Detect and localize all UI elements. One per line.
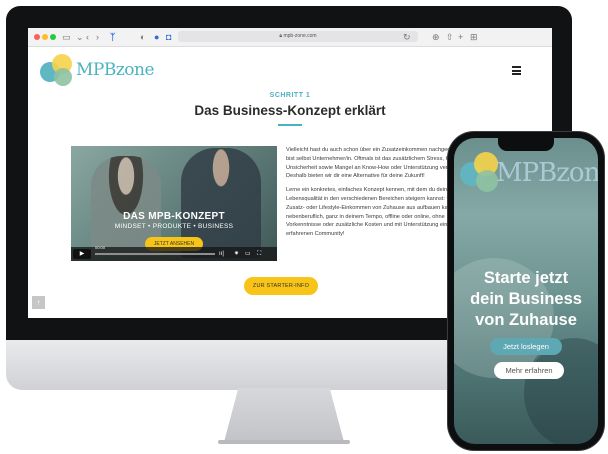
- forward-icon[interactable]: ›: [96, 31, 99, 43]
- info-icon[interactable]: ●: [154, 31, 159, 43]
- start-now-button[interactable]: Jetzt loslegen: [490, 338, 562, 355]
- minimize-window-button[interactable]: [42, 34, 48, 40]
- close-window-button[interactable]: [34, 34, 40, 40]
- reload-icon[interactable]: ↻: [403, 31, 411, 43]
- phone-headline-line-3: von Zuhause: [475, 311, 577, 329]
- video-progress[interactable]: [95, 253, 215, 255]
- video-subtitle: MINDSET • PRODUKTE • BUSINESS: [114, 223, 234, 230]
- share-icon[interactable]: ⇧: [446, 31, 454, 43]
- address-bar[interactable]: 🔒︎ mpb-zone.com: [178, 31, 418, 42]
- phone-headline-line-1: Starte jetzt: [483, 269, 569, 287]
- page-title: Das Business-Konzept erklärt: [194, 103, 386, 118]
- shield-icon[interactable]: ◐: [140, 31, 145, 43]
- video-title: DAS MPB-KONZEPT: [123, 211, 225, 222]
- scroll-to-top-icon[interactable]: ↑: [32, 296, 45, 309]
- gear-icon[interactable]: ✷: [234, 250, 239, 258]
- phone-headline: Starte jetzt dein Business von Zuhause: [454, 268, 598, 331]
- play-icon[interactable]: ▶: [73, 249, 91, 259]
- download-icon[interactable]: ⊕: [432, 31, 440, 43]
- phone-frame: MPBzone Starte jetzt dein Business von Z…: [448, 132, 604, 450]
- sidebar-icon[interactable]: ▭: [62, 31, 71, 43]
- chevron-down-icon[interactable]: ⌄: [76, 31, 84, 43]
- browser-toolbar: ▭ ⌄ ‹ › ᛉ ◐ ● ◘ 🔒︎ mpb-zone.com ↻ ⊕ ⇧ + …: [28, 28, 552, 47]
- logo-text: MPBzone: [76, 60, 155, 80]
- learn-more-button[interactable]: Mehr erfahren: [494, 362, 564, 379]
- new-tab-icon[interactable]: +: [458, 31, 463, 43]
- site-logo[interactable]: MPBzone: [40, 54, 155, 90]
- menu-icon[interactable]: [512, 66, 521, 75]
- imac-stand: [224, 388, 344, 442]
- phone-logo-text: MPBzone: [496, 158, 598, 188]
- starter-info-button[interactable]: ZUR STARTER-INFO: [244, 277, 318, 295]
- video-controls: ▶ 00:00 ıı| ✷ ▭ ⛶: [71, 245, 277, 261]
- url-text: mpb-zone.com: [283, 33, 317, 39]
- pip-icon[interactable]: ▭: [245, 250, 251, 258]
- back-icon[interactable]: ‹: [86, 31, 89, 43]
- phone-logo-circle-green: [476, 170, 498, 192]
- phone-notch: [498, 138, 554, 151]
- tabs-icon[interactable]: ⊞: [470, 31, 478, 43]
- phone-headline-line-2: dein Business: [470, 290, 582, 308]
- logo-circle-green: [54, 68, 72, 86]
- video-time: 00:00: [95, 245, 106, 250]
- camera-icon[interactable]: ◘: [166, 31, 171, 43]
- video-player[interactable]: DAS MPB-KONZEPT MINDSET • PRODUKTE • BUS…: [71, 146, 277, 261]
- zoom-window-button[interactable]: [50, 34, 56, 40]
- volume-icon[interactable]: ıı|: [219, 250, 224, 258]
- phone-screen: MPBzone Starte jetzt dein Business von Z…: [454, 138, 598, 444]
- title-divider: [278, 124, 302, 126]
- imac-stand-base: [218, 440, 350, 444]
- fullscreen-icon[interactable]: ⛶: [257, 250, 261, 258]
- step-label: SCHRITT 1: [269, 92, 311, 99]
- phone-site-logo[interactable]: MPBzone: [460, 152, 598, 196]
- extension-icon[interactable]: ᛉ: [110, 31, 115, 43]
